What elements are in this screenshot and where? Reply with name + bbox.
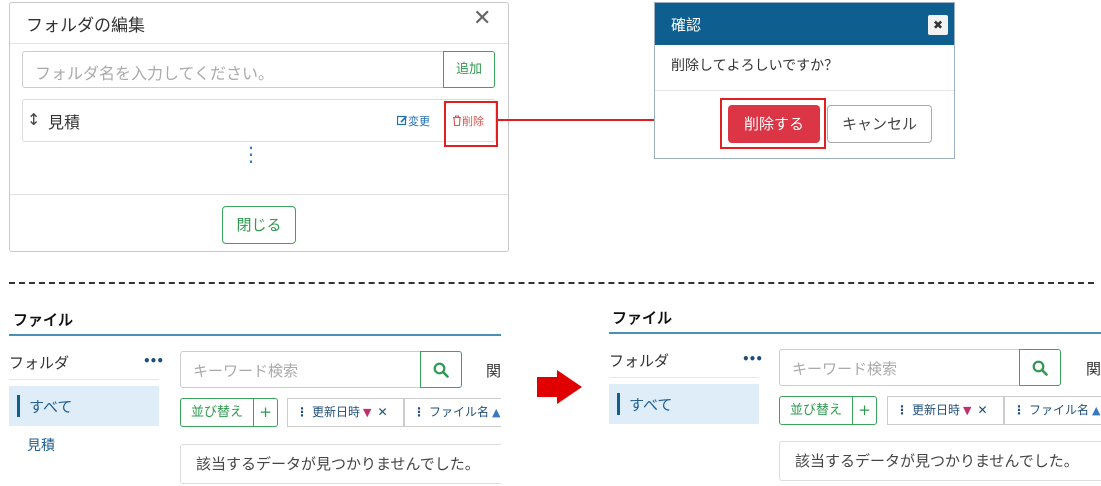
edit-folder-button[interactable]: 変更: [396, 113, 430, 129]
sort-chip-updated[interactable]: ⋮ 更新日時 ▼ ✕: [887, 396, 1004, 425]
remove-icon[interactable]: ✕: [977, 403, 987, 417]
sort-button[interactable]: 並び替え: [779, 396, 853, 425]
sort-asc-icon: ▲: [492, 406, 501, 419]
sort-chip-filename[interactable]: ⋮ ファイル名 ▲: [404, 398, 501, 427]
sort-chip-label: 更新日時: [312, 405, 361, 419]
confirm-dialog: 確認 ✖ 削除してよろしいですか？ 削除する キャンセル: [654, 2, 955, 159]
panel-title-underline: [609, 332, 1101, 334]
drag-handle-icon[interactable]: ↕: [27, 110, 40, 129]
folder-name-input[interactable]: フォルダ名を入力してください。: [22, 51, 444, 88]
drag-handle-icon: ⋮: [1013, 403, 1025, 417]
add-sort-button[interactable]: +: [253, 398, 278, 427]
folder-item-mitsumori[interactable]: 見積: [27, 435, 55, 455]
folder-item-label: すべて: [29, 398, 73, 416]
confirm-message: 削除してよろしいですか？: [671, 58, 839, 74]
selected-indicator: [617, 393, 620, 415]
more-vertical-icon: ⋮: [241, 142, 261, 166]
close-icon[interactable]: ✖: [928, 15, 948, 35]
section-divider: [9, 282, 1094, 284]
panel-title-underline: [9, 334, 501, 336]
transition-arrow-icon: [537, 377, 559, 397]
sort-desc-icon: ▼: [963, 404, 972, 417]
more-icon[interactable]: •••: [742, 352, 763, 366]
selected-indicator: [17, 395, 20, 417]
edit-icon: [396, 115, 408, 126]
divider: [10, 194, 508, 195]
search-icon: [1032, 360, 1048, 376]
divider: [655, 90, 954, 91]
divider: [609, 377, 759, 378]
sort-asc-icon: ▲: [1092, 404, 1101, 417]
transition-arrow-head-icon: [557, 370, 582, 404]
add-sort-button[interactable]: +: [852, 396, 877, 425]
truncated-label: 関: [1086, 360, 1101, 378]
add-folder-button[interactable]: 追加: [443, 51, 495, 88]
folder-name: 見積: [48, 113, 81, 132]
dialog-title: 確認: [671, 16, 702, 34]
folder-edit-dialog: フォルダの編集 ✕ フォルダ名を入力してください。 追加 ↕ 見積 変更 削除 …: [9, 2, 509, 252]
drag-handle-icon: ⋮: [413, 405, 425, 419]
search-button[interactable]: [1019, 349, 1061, 386]
sort-chip-label: 更新日時: [912, 403, 961, 417]
folder-item-label: すべて: [629, 396, 673, 414]
divider: [10, 43, 508, 44]
panel-title: ファイル: [612, 309, 673, 327]
truncated-label: 関: [486, 362, 502, 380]
dialog-title: フォルダの編集: [26, 16, 145, 36]
drag-handle-icon: ⋮: [896, 403, 908, 417]
empty-message: 該当するデータが見つかりませんでした。: [779, 441, 1101, 481]
highlight-box: [444, 101, 498, 147]
drag-handle-icon: ⋮: [296, 405, 308, 419]
search-button[interactable]: [420, 351, 462, 388]
sort-chip-label: ファイル名: [429, 405, 490, 419]
keyword-search-input[interactable]: キーワード検索: [779, 349, 1020, 386]
search-icon: [433, 362, 449, 378]
more-icon[interactable]: •••: [143, 354, 164, 368]
divider: [9, 379, 159, 380]
sort-desc-icon: ▼: [363, 406, 372, 419]
folder-header: フォルダ: [609, 352, 670, 370]
keyword-search-input[interactable]: キーワード検索: [180, 351, 421, 388]
sort-chip-updated[interactable]: ⋮ 更新日時 ▼ ✕: [287, 398, 404, 427]
panel-title: ファイル: [13, 311, 74, 329]
folder-header: フォルダ: [9, 354, 70, 372]
highlight-box: [720, 98, 826, 149]
close-button[interactable]: 閉じる: [222, 206, 296, 244]
close-icon[interactable]: ✕: [473, 8, 491, 30]
sort-chip-filename[interactable]: ⋮ ファイル名 ▲: [1004, 396, 1101, 425]
sort-chip-label: ファイル名: [1029, 403, 1090, 417]
sort-button[interactable]: 並び替え: [180, 398, 254, 427]
empty-message: 該当するデータが見つかりませんでした。: [180, 444, 501, 484]
cancel-button[interactable]: キャンセル: [827, 105, 932, 143]
edit-label: 変更: [408, 115, 430, 128]
remove-icon[interactable]: ✕: [377, 405, 387, 419]
